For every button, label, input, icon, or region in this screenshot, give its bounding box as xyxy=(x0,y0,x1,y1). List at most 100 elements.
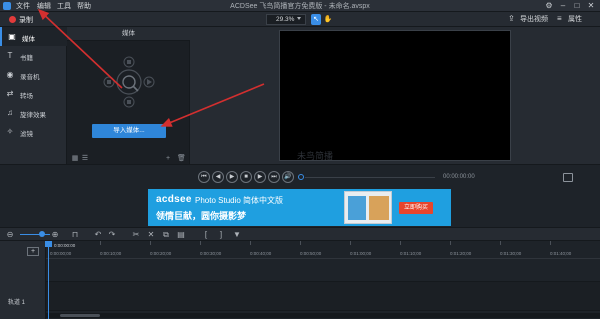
export-icon[interactable]: ⇪ xyxy=(508,14,515,23)
ruler-tick-label: 0:01:30;00 xyxy=(500,251,522,256)
stop-icon[interactable]: ■ xyxy=(240,171,252,183)
ruler-tick-label: 0:00:00;00 xyxy=(50,251,72,256)
settings-icon[interactable]: ⚙ xyxy=(542,0,556,12)
copy-icon[interactable]: ⧉ xyxy=(161,230,171,240)
buy-now-button[interactable]: 立即购买 xyxy=(399,202,433,214)
media-icon: ▣ xyxy=(8,32,16,41)
timeline-ruler[interactable]: 0:00:00:00 0:00:00;00 0:00:10;00 0:00:20;0… xyxy=(46,241,600,259)
sidebar-item-filter[interactable]: ✧ 滤镜 xyxy=(0,122,67,141)
snap-icon[interactable]: ⊓ xyxy=(70,230,80,240)
zoom-in-icon[interactable]: ⊕ xyxy=(50,230,60,240)
ruler-tick xyxy=(150,241,151,245)
ruler-tick-label: 0:01:10;00 xyxy=(400,251,422,256)
add-track-button[interactable]: + xyxy=(27,247,39,256)
timeline-zoom-knob[interactable] xyxy=(39,231,45,237)
ruler-tick xyxy=(100,241,101,245)
recorder-icon: ◉ xyxy=(6,70,14,79)
go-end-icon[interactable]: ⏭ xyxy=(268,171,280,183)
timeline-zoom-slider[interactable] xyxy=(20,234,50,235)
filter-icon: ✧ xyxy=(6,127,14,136)
record-icon[interactable] xyxy=(9,16,16,23)
banner-brand: acdsee xyxy=(156,194,192,205)
properties-icon[interactable]: ≡ xyxy=(557,14,562,23)
properties-button[interactable]: 属性 xyxy=(568,14,582,24)
transition-icon: ⇄ xyxy=(6,89,14,98)
timeline-scrollbar-thumb[interactable] xyxy=(60,314,100,317)
track-row[interactable] xyxy=(46,281,600,311)
sidebar-item-label: 书籍 xyxy=(20,55,33,62)
paste-icon[interactable]: ▤ xyxy=(176,230,186,240)
media-panel-footer: ▦ ☰ + 🗑 xyxy=(67,154,190,164)
zoom-out-icon[interactable]: ⊖ xyxy=(5,230,15,240)
ruler-tick xyxy=(400,241,401,245)
timeline-scrollbar[interactable] xyxy=(46,313,600,318)
undo-icon[interactable]: ↶ xyxy=(93,230,103,240)
text-icon: T xyxy=(7,51,13,60)
chevron-down-icon[interactable] xyxy=(297,17,301,20)
sidebar-item-text[interactable]: T 书籍 xyxy=(0,46,67,65)
sidebar-item-effects[interactable]: ♫ 旋律效果 xyxy=(0,103,67,122)
ad-banner-area: acdsee Photo Studio 简体中文版 领情巨献，圆你摄影梦 立即购… xyxy=(0,189,600,227)
hand-tool-icon[interactable]: ✋ xyxy=(323,14,333,25)
preview-canvas[interactable] xyxy=(279,30,511,161)
preview-area: 未鸟简播 xyxy=(190,27,600,164)
volume-icon[interactable]: 🔊 xyxy=(282,171,294,183)
media-panel: 媒体 导入媒体... ▦ ☰ + 🗑 xyxy=(67,27,190,164)
maximize-icon[interactable]: □ xyxy=(570,0,584,12)
ruler-tick xyxy=(250,241,251,245)
grid-view-icon[interactable]: ▦ xyxy=(71,155,79,163)
playback-time: 00:00:00:00 xyxy=(443,174,475,180)
banner-slogan: 领情巨献，圆你摄影梦 xyxy=(156,211,247,221)
cut-icon[interactable]: ✂ xyxy=(131,230,141,240)
pointer-tool-icon[interactable]: ↖ xyxy=(311,14,321,25)
mark-out-icon[interactable]: ] xyxy=(216,230,226,240)
media-panel-header: 媒体 xyxy=(67,27,190,41)
sidebar-item-recorder[interactable]: ◉ 录音机 xyxy=(0,65,67,84)
main-toolbar: 录制 29.3% ↖ ✋ ⇪ 导出视频 ≡ 属性 xyxy=(0,12,600,27)
media-placeholder-icon xyxy=(103,56,155,108)
track-name: 轨道 1 xyxy=(8,300,26,306)
timeline-toolbar: ⊖ ⊕ ⊓ ↶ ↷ ✂ ✕ ⧉ ▤ [ ] ▼ xyxy=(0,227,600,241)
ruler-tick-label: 0:00:20;00 xyxy=(150,251,172,256)
mark-in-icon[interactable]: [ xyxy=(201,230,211,240)
list-view-icon[interactable]: ☰ xyxy=(81,155,89,163)
fullscreen-icon[interactable] xyxy=(563,173,573,182)
ad-banner[interactable]: acdsee Photo Studio 简体中文版 领情巨献，圆你摄影梦 立即购… xyxy=(148,189,451,226)
delete-icon[interactable]: ✕ xyxy=(146,230,156,240)
sidebar-item-transition[interactable]: ⇄ 转场 xyxy=(0,84,67,103)
ruler-tick xyxy=(450,241,451,245)
playhead-time: 0:00:00:00 xyxy=(54,243,76,248)
app-window: 文件 编辑 工具 帮助 ACDSee 飞鸟简播官方免费版 - 未命名.avspx… xyxy=(0,0,600,319)
add-icon[interactable]: + xyxy=(164,155,172,163)
minimize-icon[interactable]: – xyxy=(556,0,570,12)
playback-track[interactable] xyxy=(305,177,435,178)
redo-icon[interactable]: ↷ xyxy=(107,230,117,240)
sidebar-item-label: 录音机 xyxy=(20,74,40,81)
sidebar-item-media[interactable]: ▣ 媒体 xyxy=(0,27,67,46)
import-media-button[interactable]: 导入媒体... xyxy=(92,124,166,138)
step-back-icon[interactable]: ◀ xyxy=(212,171,224,183)
marker-icon[interactable]: ▼ xyxy=(232,230,242,240)
sidebar-item-label: 旋律效果 xyxy=(20,112,46,119)
title-bar: 文件 编辑 工具 帮助 ACDSee 飞鸟简播官方免费版 - 未命名.avspx… xyxy=(0,0,600,12)
playback-scrubber[interactable] xyxy=(298,174,304,180)
sidebar-item-label: 转场 xyxy=(20,93,33,100)
record-button[interactable]: 录制 xyxy=(19,15,33,25)
ruler-tick-label: 0:00:50;00 xyxy=(300,251,322,256)
trash-icon[interactable]: 🗑 xyxy=(177,155,186,163)
banner-product: Photo Studio 简体中文版 xyxy=(195,196,284,205)
play-icon[interactable]: ▶ xyxy=(226,171,238,183)
ruler-tick-label: 0:00:30;00 xyxy=(200,251,222,256)
step-forward-icon[interactable]: ▶ xyxy=(254,171,266,183)
track-header-column: + 轨道 1 xyxy=(0,241,46,319)
export-video-button[interactable]: 导出视频 xyxy=(520,14,548,24)
playback-bar: ⏮ ◀ ▶ ■ ▶ ⏭ 🔊 00:00:00:00 xyxy=(0,164,600,189)
preview-watermark: 未鸟简播 xyxy=(297,151,334,161)
ruler-tick-label: 0:01:20;00 xyxy=(450,251,472,256)
ruler-tick xyxy=(500,241,501,245)
effects-icon: ♫ xyxy=(7,108,13,117)
playhead-line[interactable] xyxy=(48,241,49,319)
go-start-icon[interactable]: ⏮ xyxy=(198,171,210,183)
ruler-tick-label: 0:01:40;00 xyxy=(550,251,572,256)
close-icon[interactable]: ✕ xyxy=(584,0,598,12)
